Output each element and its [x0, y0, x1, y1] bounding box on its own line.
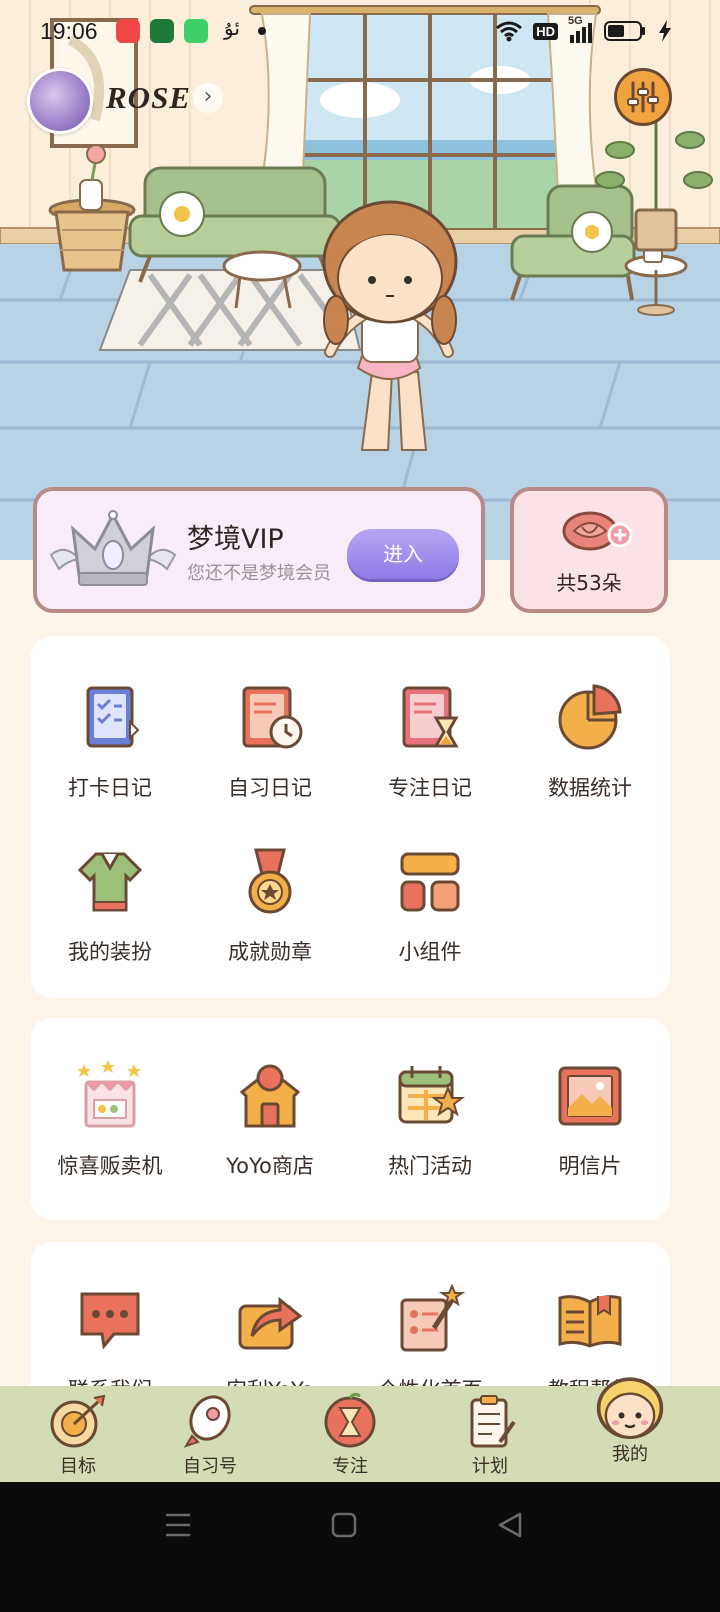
profile-face-icon	[596, 1377, 664, 1439]
diary-tools-panel: 打卡日记 自习日记 专注日记 数据统计 我的装扮 成就勋章 小组件	[30, 636, 670, 998]
flower-count-card[interactable]: 共53朵	[510, 487, 668, 613]
hourglass-book-icon	[402, 686, 459, 748]
menu-label: 小组件	[398, 940, 462, 964]
tab-label: 自习号	[183, 1456, 237, 1477]
home-icon[interactable]	[330, 1511, 358, 1539]
vip-subtitle: 您还不是梦境会员	[187, 563, 331, 584]
menu-label: 自习日记	[228, 776, 312, 800]
pie-chart-icon	[558, 684, 622, 750]
vip-enter-button[interactable]: 进入	[347, 529, 459, 579]
menu-label: 数据统计	[548, 776, 632, 800]
postcard-icon	[558, 1066, 622, 1126]
medal-icon	[248, 848, 292, 914]
tab-label: 我的	[612, 1444, 648, 1465]
menu-label: YoYo商店	[226, 1154, 314, 1178]
menu-focus-diary[interactable]: 专注日记	[350, 682, 510, 802]
vip-title: 梦境VIP	[187, 524, 284, 555]
customize-icon	[400, 1283, 466, 1352]
menu-label: 打卡日记	[68, 776, 152, 800]
focus-icon	[324, 1392, 376, 1448]
signal-icon	[570, 23, 592, 43]
store-panel: 惊喜贩卖机 YoYo商店 热门活动 明信片	[30, 1018, 670, 1220]
signal-indicator: 5G	[568, 15, 594, 43]
tab-study-room[interactable]: 自习号	[140, 1386, 280, 1482]
charging-icon	[659, 20, 671, 42]
shop-icon	[239, 1064, 301, 1128]
target-icon	[50, 1394, 106, 1448]
menu-surprise-vending[interactable]: 惊喜贩卖机	[30, 1060, 190, 1180]
notification-dot-icon	[258, 27, 266, 35]
rocket-icon	[183, 1395, 231, 1448]
widget-icon	[400, 852, 460, 912]
settings-sliders-icon[interactable]	[614, 68, 672, 126]
menu-yoyo-shop[interactable]: YoYo商店	[190, 1060, 350, 1180]
menu-widget[interactable]: 小组件	[350, 846, 510, 966]
back-icon[interactable]	[496, 1511, 524, 1539]
shopping-app-icon	[184, 19, 208, 43]
outfit-icon	[77, 852, 143, 912]
bottom-tab-bar: 目标 自习号 专注 计划 我的	[0, 1377, 720, 1482]
vip-card[interactable]: 梦境VIP 您还不是梦境会员 进入	[33, 487, 485, 613]
system-nav-bar	[0, 1482, 720, 1612]
clock-book-icon	[242, 686, 303, 749]
menu-statistics[interactable]: 数据统计	[510, 682, 670, 802]
music-app-icon	[116, 19, 140, 43]
vending-machine-icon	[77, 1060, 141, 1128]
chat-icon	[80, 1292, 140, 1350]
menu-achievement-medal[interactable]: 成就勋章	[190, 846, 350, 966]
username[interactable]: ROSE	[106, 80, 191, 116]
flower-count-label: 共53朵	[556, 571, 622, 595]
tab-focus[interactable]: 专注	[280, 1386, 420, 1482]
menu-label: 成就勋章	[228, 940, 312, 964]
menu-label: 我的装扮	[68, 940, 152, 964]
tab-label: 专注	[332, 1456, 368, 1477]
hd-badge: HD	[533, 22, 558, 40]
menu-study-diary[interactable]: 自习日记	[190, 682, 350, 802]
menu-icon[interactable]	[164, 1512, 192, 1538]
rose-add-icon	[562, 511, 633, 551]
checklist-book-icon	[86, 686, 140, 748]
tab-label: 计划	[472, 1456, 508, 1477]
calendar-star-icon	[398, 1066, 465, 1124]
menu-label: 热门活动	[388, 1154, 472, 1178]
crown-icon	[49, 510, 177, 586]
tab-target[interactable]: 目标	[8, 1386, 148, 1482]
menu-my-outfit[interactable]: 我的装扮	[30, 846, 190, 966]
tab-plan[interactable]: 计划	[420, 1386, 560, 1482]
menu-postcard[interactable]: 明信片	[510, 1060, 670, 1180]
menu-label: 惊喜贩卖机	[57, 1154, 163, 1178]
guide-book-icon	[558, 1295, 622, 1348]
status-bar: 19:06 ئۇ HD 5G	[0, 0, 720, 62]
menu-label: 专注日记	[388, 776, 472, 800]
tab-label: 目标	[60, 1456, 96, 1477]
tab-me[interactable]: 我的	[560, 1377, 700, 1482]
status-time: 19:06	[40, 18, 98, 44]
menu-checkin-diary[interactable]: 打卡日记	[30, 682, 190, 802]
battery-icon	[604, 21, 645, 41]
share-icon	[238, 1296, 303, 1350]
chevron-right-icon[interactable]: ›	[193, 83, 223, 113]
avatar[interactable]	[27, 68, 93, 134]
clipboard-icon	[470, 1395, 516, 1448]
wifi-icon	[496, 21, 523, 42]
menu-label: 明信片	[558, 1154, 622, 1178]
menu-hot-events[interactable]: 热门活动	[350, 1060, 510, 1180]
status-glyph: ئۇ	[224, 16, 240, 40]
oppo-app-icon	[150, 19, 174, 43]
